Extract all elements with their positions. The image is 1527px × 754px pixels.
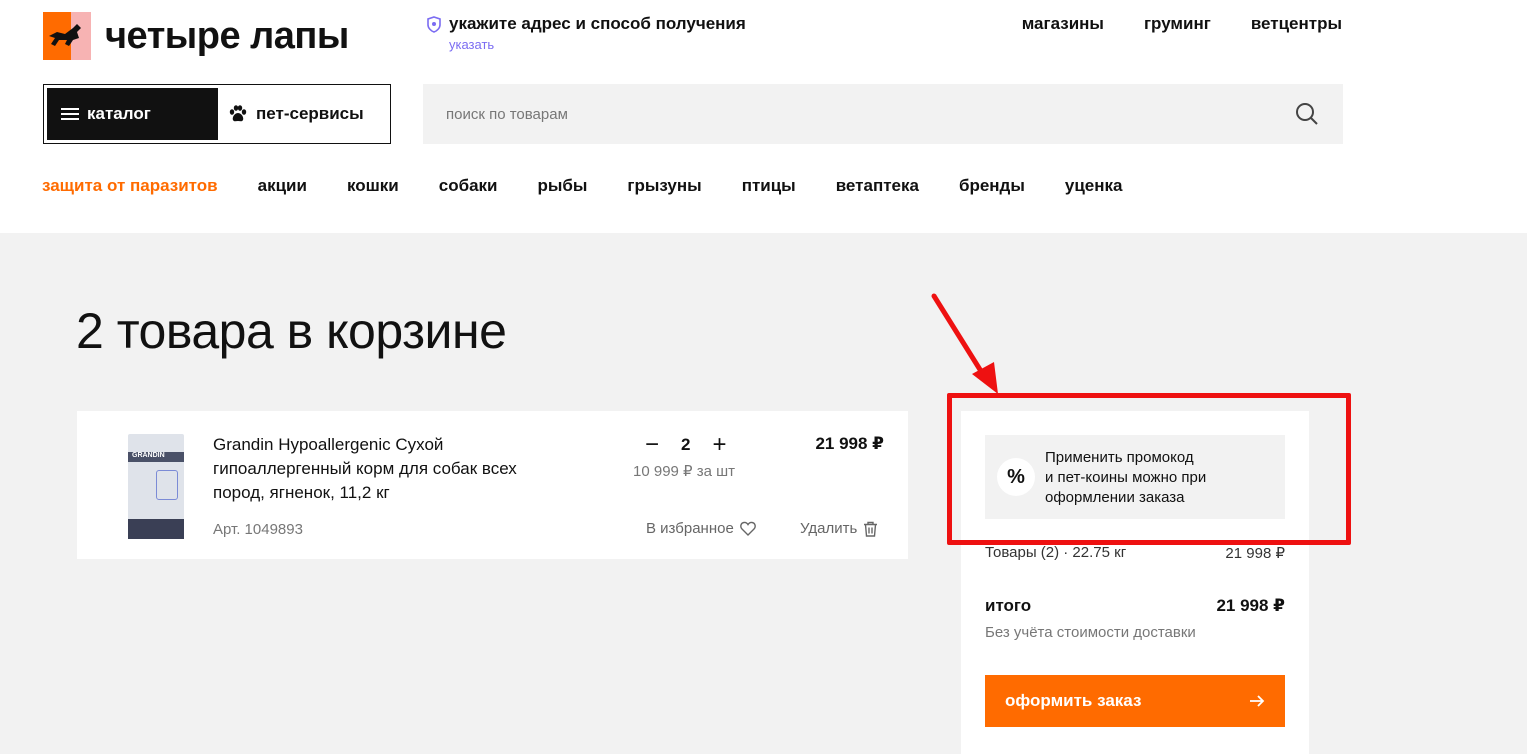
quantity-stepper: − 2 + (645, 431, 727, 459)
heart-icon (739, 521, 756, 536)
search-icon[interactable] (1295, 102, 1319, 126)
category-fish[interactable]: рыбы (538, 176, 588, 196)
product-image[interactable]: GRANDIN (128, 434, 184, 539)
category-cats[interactable]: кошки (347, 176, 399, 196)
location-shield-icon (427, 15, 441, 33)
category-birds[interactable]: птицы (742, 176, 796, 196)
logo-icon (43, 12, 91, 60)
delete-item-button[interactable]: Удалить (800, 520, 878, 537)
address-set-link[interactable]: указать (449, 37, 746, 52)
address-title[interactable]: укажите адрес и способ получения (449, 14, 746, 34)
delivery-address[interactable]: укажите адрес и способ получения указать (427, 14, 746, 52)
category-brands[interactable]: бренды (959, 176, 1025, 196)
top-nav-vet-centers[interactable]: ветцентры (1251, 14, 1342, 34)
delivery-note: Без учёта стоимости доставки (985, 624, 1196, 641)
category-vet-pharmacy[interactable]: ветаптека (836, 176, 919, 196)
quantity-value: 2 (681, 435, 691, 454)
category-promotions[interactable]: акции (258, 176, 307, 196)
catalog-label: каталог (87, 104, 151, 123)
category-rodents[interactable]: грызуны (627, 176, 701, 196)
goods-value: 21 998 ₽ (1225, 545, 1285, 562)
favorites-label: В избранное (646, 520, 734, 537)
category-nav: защита от паразитов акции кошки собаки р… (42, 176, 1122, 196)
search-bar (423, 84, 1343, 144)
category-dogs[interactable]: собаки (439, 176, 498, 196)
pet-services-label: пет-сервисы (256, 104, 364, 123)
checkout-label: оформить заказ (1005, 691, 1142, 710)
item-price: 21 998 ₽ (815, 434, 884, 453)
percent-icon: % (997, 458, 1035, 496)
catalog-switch: каталог пет-сервисы (43, 84, 391, 144)
trash-icon (864, 521, 878, 537)
increase-quantity-button[interactable]: + (712, 431, 726, 459)
logo[interactable]: четыре лапы (43, 12, 349, 60)
search-input[interactable] (446, 105, 1266, 123)
top-nav-grooming[interactable]: груминг (1144, 14, 1211, 34)
menu-icon (61, 108, 79, 120)
cart-item: GRANDIN Grandin Hypoallergenic Сухой гип… (77, 411, 908, 559)
category-parasite-protection[interactable]: защита от паразитов (42, 176, 218, 196)
order-summary: % Применить промокод и пет-коины можно п… (961, 411, 1309, 754)
top-nav-stores[interactable]: магазины (1022, 14, 1104, 34)
add-to-favorites-button[interactable]: В избранное (646, 520, 756, 537)
total-value: 21 998 ₽ (1216, 596, 1285, 615)
product-name[interactable]: Grandin Hypoallergenic Сухой гипоаллерге… (213, 433, 573, 505)
goods-label: Товары (2) · 22.75 кг (985, 544, 1127, 561)
category-discount[interactable]: уценка (1065, 176, 1123, 196)
pet-services-button[interactable]: пет-сервисы (218, 88, 387, 140)
paw-icon (229, 105, 247, 122)
catalog-button[interactable]: каталог (47, 88, 218, 140)
delete-label: Удалить (800, 520, 858, 537)
top-nav: магазины груминг ветцентры (1022, 14, 1342, 34)
promo-text: Применить промокод и пет-коины можно при… (1045, 449, 1207, 506)
site-header: четыре лапы укажите адрес и способ получ… (0, 0, 1527, 233)
goods-summary-row: Товары (2) · 22.75 кг 21 998 ₽ (985, 544, 1285, 562)
page-title: 2 товара в корзине (76, 303, 507, 359)
checkout-button[interactable]: оформить заказ (985, 675, 1285, 727)
annotation-arrow-icon (931, 293, 998, 394)
arrow-right-icon (1250, 695, 1265, 707)
promo-info: % Применить промокод и пет-коины можно п… (985, 435, 1285, 519)
total-row: итого 21 998 ₽ (985, 596, 1285, 616)
product-article: Арт. 1049893 (213, 521, 303, 538)
unit-price: 10 999 ₽ за шт (633, 463, 736, 480)
decrease-quantity-button[interactable]: − (645, 431, 659, 459)
logo-text: четыре лапы (105, 15, 349, 57)
product-image-brand: GRANDIN (132, 452, 165, 459)
total-label: итого (985, 596, 1032, 615)
